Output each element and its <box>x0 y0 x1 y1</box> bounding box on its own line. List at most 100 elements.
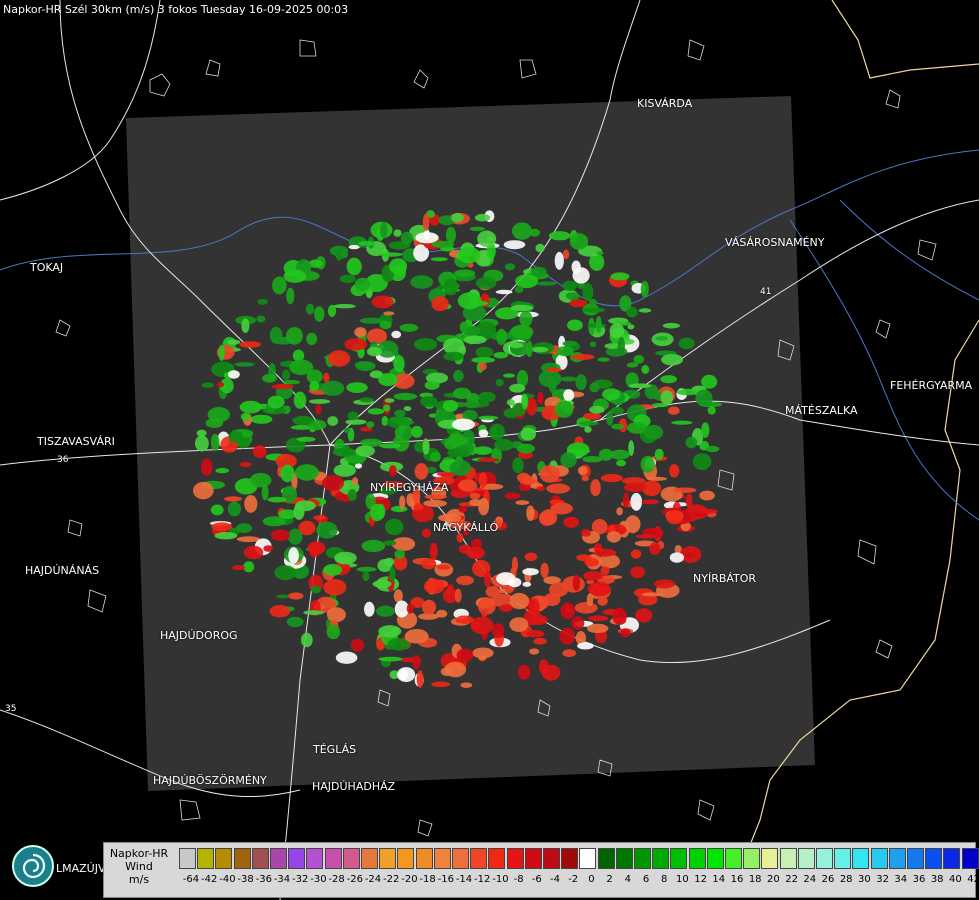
radar-echo <box>249 472 272 488</box>
radar-echo <box>384 398 395 403</box>
radar-echo <box>309 399 331 404</box>
legend-swatch <box>852 848 870 869</box>
radar-echo <box>394 549 406 559</box>
radar-echo <box>445 226 456 244</box>
radar-echo <box>383 404 391 412</box>
radar-echo <box>296 436 316 442</box>
legend-swatch <box>197 848 215 869</box>
legend-tick-label: 4 <box>624 874 631 885</box>
radar-echo <box>667 406 680 415</box>
radar-echo <box>354 361 374 369</box>
legend-tick-label: -42 <box>201 874 218 885</box>
radar-echo <box>243 545 264 560</box>
radar-echo <box>583 571 604 581</box>
radar-echo <box>294 464 319 481</box>
color-legend: Napkor-HR Wind m/s -64 -42 -40 -38 -36 -34 -32… <box>103 842 979 898</box>
radar-echo <box>521 474 533 485</box>
radar-echo <box>261 484 269 501</box>
radar-echo <box>352 477 359 485</box>
radar-echo <box>348 244 360 250</box>
radar-echo <box>364 601 375 617</box>
radar-echo <box>673 487 697 494</box>
legend-swatch <box>706 848 724 869</box>
radar-echo <box>393 392 418 401</box>
radar-echo <box>196 429 207 437</box>
radar-echo <box>388 465 397 477</box>
legend-swatch <box>324 848 342 869</box>
city-label-nyirbator: NYÍRBÁTOR <box>693 572 757 585</box>
radar-echo <box>535 243 545 253</box>
radar-echo <box>339 274 356 284</box>
radar-echo <box>362 571 370 582</box>
legend-tick-label: -22 <box>383 874 400 885</box>
radar-echo <box>560 452 577 468</box>
radar-echo <box>270 529 290 542</box>
radar-echo <box>620 628 631 638</box>
radar-echo <box>313 515 326 520</box>
radar-echo <box>335 651 358 664</box>
radar-echo <box>424 494 447 500</box>
radar-echo <box>332 447 357 457</box>
legend-swatch <box>834 848 852 869</box>
radar-echo <box>478 655 487 661</box>
radar-echo <box>563 389 575 402</box>
radar-echo <box>282 380 301 385</box>
radar-echo <box>543 593 561 606</box>
legend-swatch <box>907 848 924 869</box>
radar-echo <box>406 603 414 614</box>
radar-echo <box>384 518 404 536</box>
legend-tick-label: 34 <box>894 874 908 885</box>
legend-tick-label: -2 <box>568 874 579 885</box>
legend-tick-label: -18 <box>419 874 436 885</box>
legend-swatch <box>470 848 488 869</box>
radar-echo <box>315 404 322 415</box>
legend-swatch <box>524 848 542 869</box>
radar-echo <box>215 467 229 474</box>
legend-swatch <box>397 848 415 869</box>
legend-swatch <box>925 848 943 869</box>
radar-echo <box>321 380 345 396</box>
radar-echo <box>610 272 630 281</box>
radar-echo <box>211 522 233 532</box>
radar-echo <box>451 212 464 223</box>
radar-echo <box>484 570 492 588</box>
radar-echo <box>528 598 540 615</box>
legend-swatch <box>888 848 906 869</box>
radar-echo <box>699 490 715 501</box>
legend-tick-label: -64 <box>182 874 200 885</box>
radar-echo <box>562 649 577 657</box>
radar-echo <box>456 533 464 543</box>
radar-echo <box>460 682 473 688</box>
radar-echo <box>458 544 472 554</box>
radar-echo <box>327 350 351 367</box>
radar-echo <box>369 503 385 522</box>
radar-echo <box>267 395 285 409</box>
radar-echo <box>584 426 592 433</box>
radar-echo <box>469 499 483 507</box>
legend-swatch <box>179 848 196 869</box>
radar-echo <box>503 373 515 378</box>
radar-echo <box>597 357 610 362</box>
radar-echo <box>379 252 403 257</box>
river-szamos <box>789 219 979 521</box>
radar-echo <box>569 233 589 250</box>
radar-echo <box>600 566 610 576</box>
city-label-mateszalka: MÁTÉSZALKA <box>785 404 858 417</box>
radar-echo <box>309 380 320 392</box>
radar-echo <box>589 405 605 414</box>
radar-echo <box>630 549 642 559</box>
legend-swatch <box>561 848 579 869</box>
legend-tick-label: 8 <box>661 874 668 885</box>
legend-tick-label: -20 <box>401 874 418 885</box>
radar-echo <box>540 562 549 579</box>
radar-echo <box>526 505 535 521</box>
radar-echo <box>606 411 614 426</box>
radar-echo <box>391 330 402 339</box>
radar-echo <box>577 466 588 476</box>
radar-echo <box>669 552 685 563</box>
swirl-icon <box>22 853 46 879</box>
legend-swatch <box>251 848 269 869</box>
radar-echo <box>695 508 718 514</box>
legend-tick-label: -38 <box>237 874 254 885</box>
radar-echo <box>422 599 436 615</box>
